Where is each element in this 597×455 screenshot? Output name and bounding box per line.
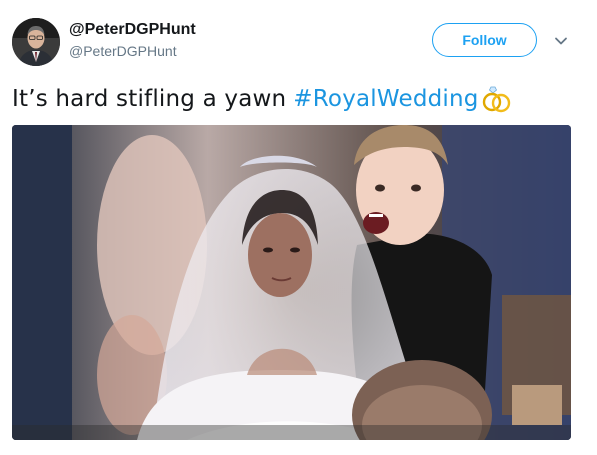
follow-button[interactable]: Follow [432, 23, 537, 57]
tweet-card: @PeterDGPHunt @PeterDGPHunt Follow It’s … [0, 0, 597, 455]
chevron-down-icon[interactable] [551, 31, 571, 51]
avatar[interactable] [12, 18, 60, 66]
tweet-body: It’s hard stifling a yawn [12, 86, 287, 112]
tweet-text: It’s hard stifling a yawn #RoyalWedding [12, 84, 513, 114]
hashtag-link[interactable]: #RoyalWedding [293, 86, 478, 112]
display-name[interactable]: @PeterDGPHunt [69, 21, 196, 39]
wedding-rings-icon [481, 84, 513, 114]
tweet-media-image[interactable] [12, 125, 571, 440]
user-handle[interactable]: @PeterDGPHunt [69, 43, 177, 59]
